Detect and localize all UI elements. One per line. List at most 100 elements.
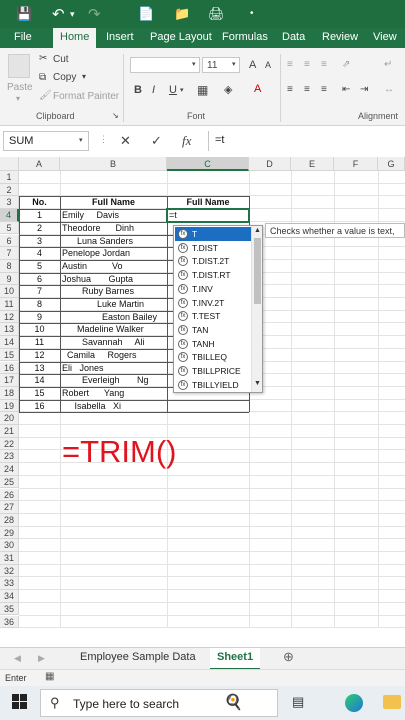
- cell-full-name[interactable]: Eli Jones: [62, 362, 167, 375]
- cell-full-name[interactable]: Easton Bailey: [62, 311, 167, 324]
- sheet-next-icon[interactable]: ▶: [38, 653, 45, 664]
- cell-no[interactable]: 13: [19, 362, 60, 375]
- wrap-text-icon[interactable]: ↵: [384, 59, 392, 70]
- sheet-tab-employee-sample-data[interactable]: Employee Sample Data: [80, 651, 196, 663]
- undo-icon[interactable]: ↶: [52, 5, 65, 23]
- row-header-22[interactable]: 22: [0, 437, 19, 451]
- italic-button[interactable]: I: [152, 84, 155, 96]
- row-header-21[interactable]: 21: [0, 425, 19, 438]
- row-header-13[interactable]: 13: [0, 323, 19, 337]
- cell-full-name[interactable]: Savannah Ali: [62, 336, 167, 349]
- print-icon[interactable]: 🖨: [208, 6, 225, 22]
- column-header-a[interactable]: A: [19, 157, 60, 171]
- name-box-dropdown-icon[interactable]: ▾: [79, 136, 83, 144]
- row-header-15[interactable]: 15: [0, 348, 19, 362]
- tab-data[interactable]: Data: [282, 31, 305, 43]
- add-sheet-icon[interactable]: ⊕: [283, 649, 294, 665]
- align-top-icon[interactable]: ≡: [287, 59, 293, 70]
- cell-no[interactable]: 10: [19, 323, 60, 336]
- fill-color-icon[interactable]: ◈: [224, 83, 232, 96]
- row-header-25[interactable]: 25: [0, 475, 19, 489]
- column-header-c[interactable]: C: [167, 157, 249, 171]
- align-bottom-icon[interactable]: ≡: [321, 59, 327, 70]
- function-autocomplete-list[interactable]: ▲ ▼ fx Tfx T.DIST fx T.DIST.2T fx T.DIST.RT fx T…: [173, 225, 263, 393]
- row-header-16[interactable]: 16: [0, 361, 19, 375]
- cell-no[interactable]: 12: [19, 349, 60, 362]
- autocomplete-item[interactable]: fx TBILLEQ: [175, 350, 251, 364]
- cell-no[interactable]: 7: [19, 285, 60, 298]
- font-color-icon[interactable]: A: [254, 83, 261, 95]
- row-header-36[interactable]: 36: [0, 615, 19, 629]
- column-header-g[interactable]: G: [378, 157, 405, 171]
- row-header-2[interactable]: 2: [0, 183, 19, 197]
- windows-start-icon[interactable]: [12, 694, 27, 709]
- autocomplete-item[interactable]: fx T.INV.2T: [175, 296, 251, 310]
- row-header-12[interactable]: 12: [0, 310, 19, 324]
- cell-no[interactable]: 1: [19, 209, 60, 222]
- tab-home[interactable]: Home: [53, 28, 97, 48]
- shrink-font-button[interactable]: A: [265, 60, 271, 70]
- tab-review[interactable]: Review: [322, 31, 358, 43]
- autocomplete-item[interactable]: fx T: [175, 227, 251, 241]
- edge-browser-icon[interactable]: [345, 694, 363, 712]
- new-file-icon[interactable]: 📄: [138, 6, 154, 22]
- row-header-14[interactable]: 14: [0, 336, 19, 349]
- autocomplete-item[interactable]: fx T.DIST: [175, 241, 251, 255]
- cell-no[interactable]: 5: [19, 260, 60, 273]
- cell-full-name[interactable]: Camila Rogers: [62, 349, 167, 362]
- row-header-4[interactable]: 4: [0, 209, 19, 222]
- row-header-7[interactable]: 7: [0, 247, 19, 260]
- file-explorer-icon[interactable]: [383, 695, 401, 709]
- row-header-5[interactable]: 5: [0, 221, 19, 235]
- cell-full-name[interactable]: Luna Sanders: [62, 235, 167, 248]
- row-header-1[interactable]: 1: [0, 171, 19, 184]
- scroll-down-icon[interactable]: ▼: [254, 380, 261, 387]
- font-size-dropdown-icon[interactable]: ▾: [232, 60, 236, 68]
- row-header-33[interactable]: 33: [0, 577, 19, 591]
- row-header-11[interactable]: 11: [0, 298, 19, 311]
- paste-button[interactable]: Paste: [7, 82, 33, 93]
- autocomplete-item[interactable]: fx TBILLYIELD: [175, 378, 251, 392]
- autocomplete-item[interactable]: fx T.DIST.2T: [175, 254, 251, 268]
- row-header-24[interactable]: 24: [0, 463, 19, 476]
- decrease-indent-icon[interactable]: ⇤: [342, 84, 350, 95]
- bold-button[interactable]: B: [134, 84, 142, 96]
- accessibility-icon[interactable]: ▦: [45, 671, 54, 682]
- cell-full-name[interactable]: Madeline Walker: [62, 323, 167, 336]
- row-header-8[interactable]: 8: [0, 259, 19, 273]
- name-box[interactable]: SUM: [3, 131, 89, 151]
- sheet-tab-sheet1[interactable]: Sheet1: [210, 648, 261, 670]
- formula-input[interactable]: =t: [208, 131, 405, 151]
- taskbar-search-box[interactable]: ⚲ Type here to search 🍳: [40, 689, 278, 717]
- column-header-b[interactable]: B: [60, 157, 167, 171]
- font-name-box[interactable]: [130, 57, 200, 73]
- cell-no[interactable]: 2: [19, 222, 60, 235]
- sheet-prev-icon[interactable]: ◀: [14, 653, 21, 664]
- select-all-corner[interactable]: [0, 157, 19, 171]
- cell-full-name[interactable]: Theodore Dinh: [62, 222, 167, 235]
- cell-no[interactable]: 11: [19, 336, 60, 349]
- autocomplete-scrollbar[interactable]: ▲ ▼: [251, 226, 262, 392]
- customize-toolbar-icon[interactable]: •: [250, 8, 254, 19]
- cell-trimmed-name[interactable]: [167, 400, 249, 413]
- align-left-icon[interactable]: ≡: [287, 84, 293, 95]
- cell-no[interactable]: 8: [19, 298, 60, 311]
- column-header-d[interactable]: D: [249, 157, 291, 171]
- tab-view[interactable]: View: [373, 31, 397, 43]
- cell-no[interactable]: 16: [19, 400, 60, 413]
- cut-button[interactable]: Cut: [53, 54, 69, 65]
- copy-dropdown-icon[interactable]: ▾: [82, 72, 86, 81]
- underline-button[interactable]: U: [169, 84, 177, 96]
- cell-no[interactable]: 6: [19, 273, 60, 286]
- row-header-17[interactable]: 17: [0, 374, 19, 387]
- grow-font-button[interactable]: A: [249, 59, 256, 71]
- orientation-icon[interactable]: ⇗: [342, 59, 350, 70]
- row-header-3[interactable]: 3: [0, 196, 19, 210]
- cell-full-name[interactable]: Luke Martin: [62, 298, 167, 311]
- scroll-thumb[interactable]: [254, 238, 261, 304]
- row-header-31[interactable]: 31: [0, 552, 19, 565]
- cell-full-name[interactable]: Isabella Xi: [62, 400, 167, 413]
- autocomplete-item[interactable]: fx T.DIST.RT: [175, 268, 251, 282]
- cancel-icon[interactable]: ✕: [120, 133, 131, 149]
- row-header-19[interactable]: 19: [0, 399, 19, 413]
